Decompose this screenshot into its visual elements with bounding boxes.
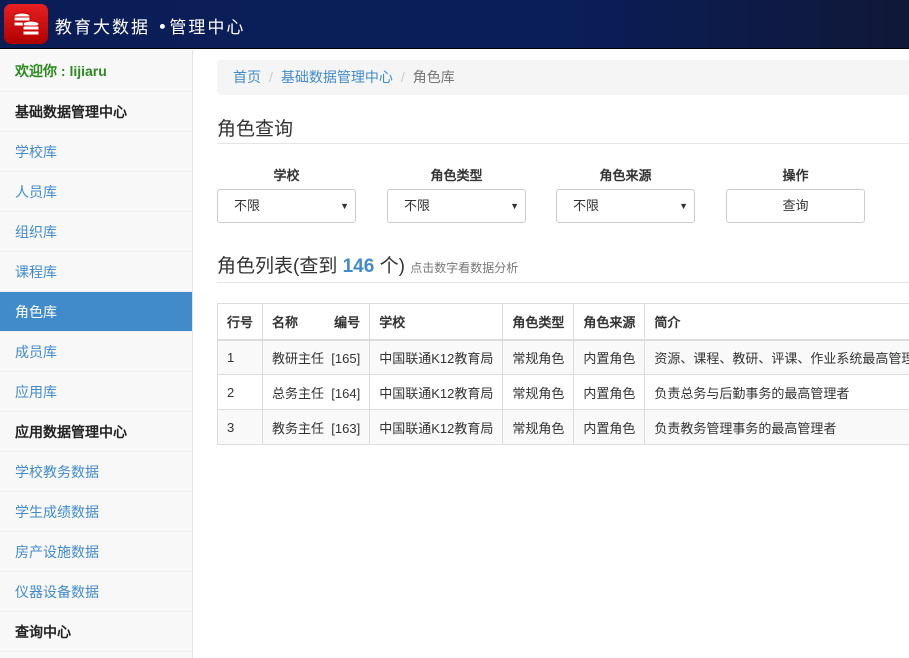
table-header-row: 行号 名称编号 学校 角色类型 角色来源 简介 (218, 304, 909, 340)
breadcrumb: 首页/基础数据管理中心/角色库 (217, 60, 909, 95)
role-source: 内置角色 (574, 410, 645, 445)
list-title: 角色列表(查到 146 个) 点击数字看数据分析 (217, 251, 518, 278)
col-row-number: 行号 (218, 304, 263, 340)
role-source-label: 角色来源 (556, 165, 695, 189)
school: 中国联通K12教育局 (370, 375, 503, 410)
sidebar-item[interactable]: 人员库 (0, 172, 192, 212)
caret-down-icon: ▼ (510, 190, 519, 222)
table-row[interactable]: 3教务主任 [163]中国联通K12教育局常规角色内置角色负责教务管理事务的最高… (218, 410, 909, 445)
role-name: 教研主任 [165] (263, 340, 370, 375)
sidebar-item[interactable]: 应用库 (0, 372, 192, 412)
role-source: 内置角色 (574, 375, 645, 410)
row-number: 2 (218, 375, 263, 410)
school-value: 不限 (234, 198, 260, 213)
caret-down-icon: ▼ (679, 190, 688, 222)
role-source-select[interactable]: 不限 ▼ (556, 189, 695, 223)
brand-title: 教育大数据 •管理中心 (55, 13, 245, 38)
database-logo-icon (4, 4, 48, 44)
divider (217, 143, 909, 144)
sidebar-item[interactable]: 课程库 (0, 252, 192, 292)
role-type-value: 不限 (404, 198, 430, 213)
breadcrumb-current: 角色库 (413, 69, 455, 85)
row-number: 3 (218, 410, 263, 445)
role-source-value: 不限 (573, 198, 599, 213)
sidebar-item[interactable]: 房产设施数据 (0, 532, 192, 572)
role-type: 常规角色 (503, 340, 574, 375)
school-label: 学校 (217, 165, 356, 189)
sidebar-item[interactable]: 学校教务数据 (0, 452, 192, 492)
divider (217, 282, 909, 283)
col-role-source: 角色来源 (574, 304, 645, 340)
result-count[interactable]: 146 (343, 256, 375, 277)
sidebar: 欢迎你 : lijiaru 基础数据管理中心学校库人员库组织库课程库角色库成员库… (0, 50, 193, 658)
sidebar-item: 基础数据管理中心 (0, 92, 192, 132)
role-name: 教务主任 [163] (263, 410, 370, 445)
table-row[interactable]: 1教研主任 [165]中国联通K12教育局常规角色内置角色资源、课程、教研、评课… (218, 340, 909, 375)
sidebar-item[interactable]: 学校库 (0, 132, 192, 172)
role-type: 常规角色 (503, 375, 574, 410)
col-school: 学校 (370, 304, 503, 340)
col-role-type: 角色类型 (503, 304, 574, 340)
action-label: 操作 (726, 165, 865, 189)
school: 中国联通K12教育局 (370, 410, 503, 445)
description: 负责总务与后勤事务的最高管理者 (645, 375, 909, 410)
sidebar-item: 应用数据管理中心 (0, 412, 192, 452)
sidebar-item: 查询中心 (0, 612, 192, 652)
sidebar-item[interactable]: 成员库 (0, 332, 192, 372)
breadcrumb-parent[interactable]: 基础数据管理中心 (281, 69, 393, 85)
table-row[interactable]: 2总务主任 [164]中国联通K12教育局常规角色内置角色负责总务与后勤事务的最… (218, 375, 909, 410)
row-number: 1 (218, 340, 263, 375)
caret-down-icon: ▼ (340, 190, 349, 222)
sidebar-item[interactable]: 角色库 (0, 292, 192, 332)
description: 负责教务管理事务的最高管理者 (645, 410, 909, 445)
description: 资源、课程、教研、评课、作业系统最高管理者 (645, 340, 909, 375)
school-select[interactable]: 不限 ▼ (217, 189, 356, 223)
school: 中国联通K12教育局 (370, 340, 503, 375)
roles-table: 行号 名称编号 学校 角色类型 角色来源 简介 1教研主任 [165]中国联通K… (217, 303, 909, 445)
role-type-label: 角色类型 (387, 165, 526, 189)
query-title: 角色查询 (217, 114, 293, 141)
col-name-id: 名称编号 (263, 304, 370, 340)
welcome-text: 欢迎你 : lijiaru (0, 50, 192, 92)
col-description: 简介 (645, 304, 909, 340)
list-title-prefix: 角色列表(查到 (217, 256, 337, 277)
role-type: 常规角色 (503, 410, 574, 445)
role-name: 总务主任 [164] (263, 375, 370, 410)
role-type-select[interactable]: 不限 ▼ (387, 189, 526, 223)
analysis-hint: 点击数字看数据分析 (410, 261, 518, 275)
sidebar-item[interactable]: 仪器设备数据 (0, 572, 192, 612)
sidebar-item[interactable]: 组织库 (0, 212, 192, 252)
role-source: 内置角色 (574, 340, 645, 375)
top-header: 教育大数据 •管理中心 (0, 0, 909, 49)
breadcrumb-home[interactable]: 首页 (233, 69, 261, 85)
sidebar-item[interactable]: 学生成绩数据 (0, 492, 192, 532)
list-title-suffix: 个) (380, 256, 405, 277)
search-button[interactable]: 查询 (726, 189, 865, 223)
